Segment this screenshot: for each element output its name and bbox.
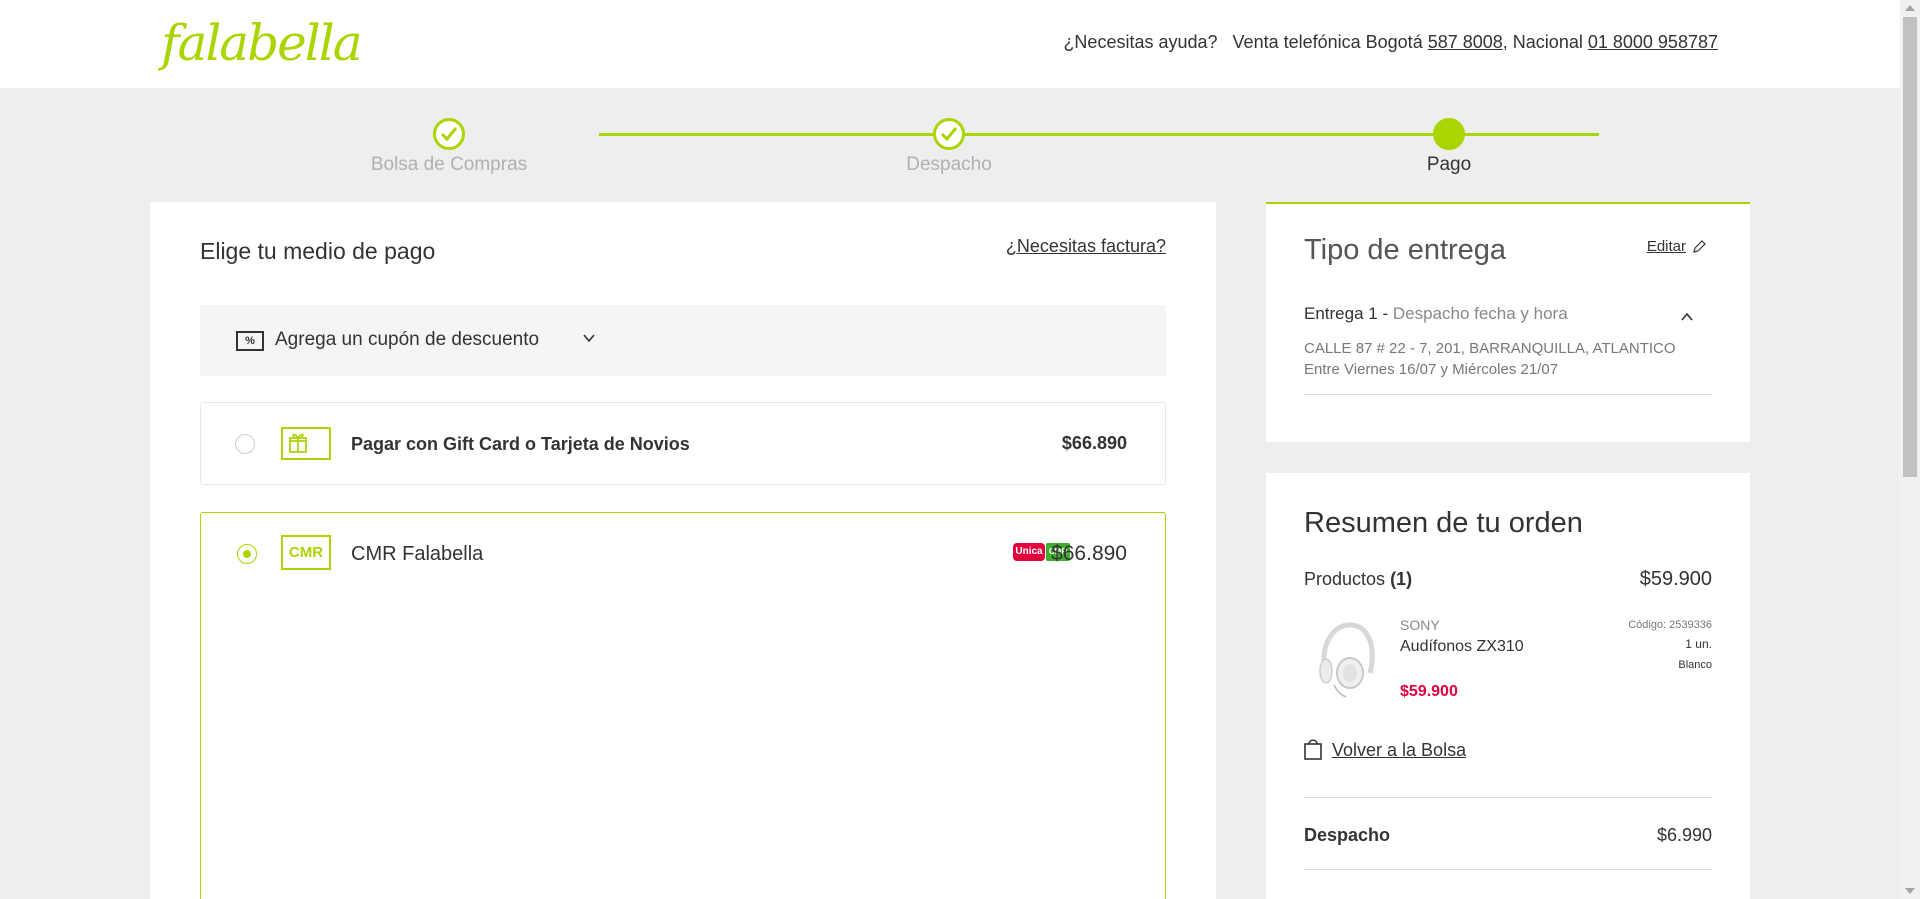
order-summary-card: Resumen de tu orden Productos (1) $59.90… — [1266, 473, 1750, 899]
delivery-entry-type: Despacho fecha y hora — [1392, 304, 1568, 323]
product-brand: SONY — [1400, 617, 1440, 633]
check-icon — [433, 118, 465, 150]
coupon-icon: % — [236, 331, 264, 351]
falabella-logo[interactable]: falabella — [161, 18, 363, 68]
product-name: Audífonos ZX310 — [1400, 638, 1524, 655]
cmr-card-icon: CMR — [281, 535, 331, 570]
products-count: (1) — [1390, 569, 1413, 589]
gift-icon — [281, 427, 331, 460]
scroll-down-arrow-icon[interactable] — [1905, 888, 1915, 894]
product-code: Código: 2539336 — [1628, 619, 1712, 631]
step-label: Despacho — [906, 154, 992, 175]
product-price: $59.900 — [1400, 683, 1458, 700]
payment-option-cmr[interactable]: CMR CMR Falabella Unica CMR $66.890 — [200, 512, 1166, 899]
help-text: ¿Necesitas ayuda? — [1063, 32, 1218, 52]
check-icon — [933, 118, 965, 150]
payment-option-label: Pagar con Gift Card o Tarjeta de Novios — [351, 434, 690, 454]
unica-badge: Unica — [1013, 543, 1045, 561]
back-to-bag-link[interactable]: Volver a la Bolsa — [1332, 740, 1466, 761]
shipping-price: $6.990 — [1656, 825, 1712, 845]
payment-option-price: $66.890 — [1051, 542, 1127, 565]
shopping-bag-icon[interactable] — [1304, 738, 1322, 760]
pencil-icon[interactable] — [1692, 240, 1706, 254]
scroll-up-arrow-icon[interactable] — [1905, 5, 1915, 11]
payment-option-label: CMR Falabella — [351, 543, 484, 565]
delivery-window: Entre Viernes 16/07 y Miércoles 21/07 — [1304, 361, 1559, 378]
delivery-address: CALLE 87 # 22 - 7, 201, BARRANQUILLA, AT… — [1304, 338, 1676, 380]
active-step-dot — [1433, 118, 1465, 150]
payment-option-price: $66.890 — [1061, 433, 1127, 453]
chevron-up-icon[interactable] — [1680, 310, 1694, 324]
invoice-link[interactable]: ¿Necesitas factura? — [1006, 236, 1166, 257]
phone-national-link[interactable]: 01 8000 958787 — [1588, 32, 1718, 52]
chevron-down-icon — [583, 334, 595, 343]
headphones-image — [1319, 622, 1375, 698]
summary-title: Resumen de tu orden — [1304, 507, 1583, 539]
product-color: Blanco — [1678, 659, 1712, 671]
step-bolsa[interactable]: Bolsa de Compras — [299, 118, 599, 176]
divider — [1304, 797, 1712, 798]
delivery-entry-label: Entrega 1 - — [1304, 304, 1389, 323]
delivery-card: Tipo de entrega Editar Entrega 1 - Despa… — [1266, 202, 1750, 442]
products-total: $59.900 — [1639, 568, 1712, 590]
shipping-label: Despacho — [1304, 825, 1391, 845]
radio-giftcard[interactable] — [235, 434, 255, 454]
coupon-label: Agrega un cupón de descuento — [275, 329, 540, 350]
divider — [1304, 394, 1712, 395]
payment-title: Elige tu medio de pago — [200, 238, 436, 264]
address-line: CALLE 87 # 22 - 7, 201, BARRANQUILLA, AT… — [1304, 340, 1676, 357]
product-quantity: 1 un. — [1685, 637, 1712, 651]
delivery-entry: Entrega 1 - Despacho fecha y hora — [1304, 304, 1568, 324]
step-pago: Pago — [1299, 118, 1599, 176]
checkout-stepper: Bolsa de Compras Despacho Pago — [150, 88, 1750, 202]
divider — [1304, 869, 1712, 870]
scrollbar-thumb[interactable] — [1903, 17, 1917, 477]
national-prefix: , Nacional — [1502, 32, 1583, 52]
coupon-toggle[interactable]: % Agrega un cupón de descuento — [200, 305, 1166, 376]
phone-prefix: Venta telefónica Bogotá — [1232, 32, 1423, 52]
page-scrollbar[interactable] — [1900, 0, 1920, 899]
edit-delivery-link[interactable]: Editar — [1647, 238, 1686, 255]
step-label: Pago — [1426, 154, 1472, 175]
help-bar: ¿Necesitas ayuda? Venta telefónica Bogot… — [1063, 32, 1718, 53]
delivery-title: Tipo de entrega — [1304, 234, 1507, 266]
step-label: Bolsa de Compras — [370, 154, 528, 175]
products-label: Productos (1) — [1304, 569, 1412, 590]
phone-bogota-link[interactable]: 587 8008 — [1428, 32, 1503, 52]
products-label-text: Productos — [1304, 569, 1386, 589]
payment-panel: Elige tu medio de pago ¿Necesitas factur… — [150, 202, 1216, 899]
radio-cmr[interactable] — [237, 544, 257, 564]
payment-option-giftcard[interactable]: Pagar con Gift Card o Tarjeta de Novios … — [200, 402, 1166, 485]
step-despacho[interactable]: Despacho — [799, 118, 1099, 176]
site-header: falabella ¿Necesitas ayuda? Venta telefó… — [0, 0, 1900, 88]
